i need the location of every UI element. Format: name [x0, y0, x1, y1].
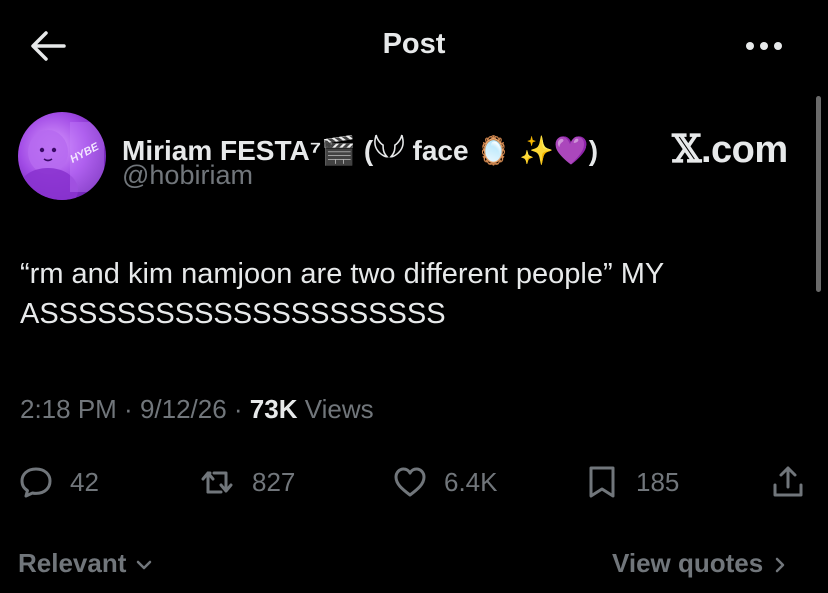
tweet-meta: 2:18 PM · 9/12/26 · 73K Views [20, 394, 374, 425]
more-options-button[interactable] [742, 36, 786, 56]
tweet-date[interactable]: 9/12/26 [140, 394, 227, 424]
bookmark-button[interactable]: 185 [584, 462, 679, 502]
x-logo-icon: 𝕏 [672, 126, 701, 171]
like-button[interactable]: 6.4K [392, 462, 498, 502]
repost-icon [201, 471, 233, 494]
share-button[interactable] [770, 462, 806, 502]
sort-replies-dropdown[interactable]: Relevant [18, 548, 154, 579]
repost-count: 827 [252, 466, 296, 497]
reply-count: 42 [70, 466, 99, 497]
share-icon [773, 466, 803, 497]
view-quotes-link[interactable]: View quotes [612, 548, 790, 579]
reply-icon [20, 467, 52, 498]
bookmark-count: 185 [636, 466, 680, 497]
profile-photo-icon: HYBE [18, 122, 104, 200]
view-quotes-label: View quotes [612, 548, 764, 578]
chevron-down-icon [136, 560, 151, 570]
more-horizontal-icon [746, 42, 782, 50]
tweet-text: “rm and kim namjoon are two different pe… [20, 258, 671, 330]
meta-separator: · [226, 394, 250, 424]
views-label: Views [297, 394, 374, 424]
meta-separator: · [116, 394, 140, 424]
chevron-right-icon [776, 557, 785, 573]
repost-button[interactable]: 827 [200, 462, 295, 502]
tweet-time[interactable]: 2:18 PM [20, 394, 117, 424]
x-com-watermark: 𝕏.com [672, 126, 788, 172]
heart-icon [394, 467, 426, 497]
author-handle[interactable]: @hobiriam [122, 160, 253, 191]
reply-button[interactable]: 42 [18, 462, 99, 502]
like-count: 6.4K [444, 466, 498, 497]
brand-suffix: .com [700, 129, 788, 171]
page-title: Post [382, 28, 446, 60]
sort-label: Relevant [18, 548, 127, 578]
views-count: 73K [249, 394, 298, 424]
avatar[interactable]: HYBE [18, 112, 106, 200]
bookmark-icon [589, 466, 615, 498]
scrollbar[interactable] [816, 96, 821, 292]
